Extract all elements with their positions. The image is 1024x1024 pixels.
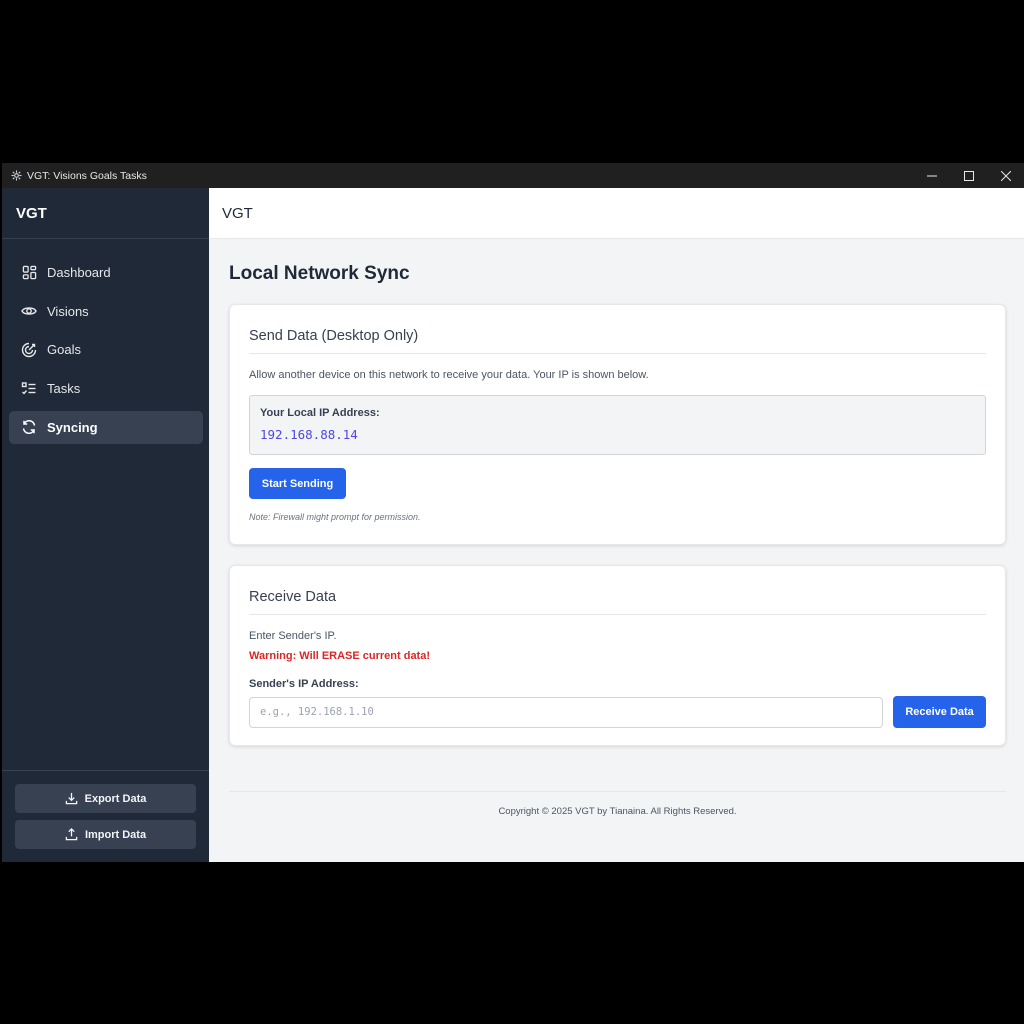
- close-icon[interactable]: [987, 163, 1024, 188]
- maximize-icon[interactable]: [950, 163, 987, 188]
- sidebar-item-label: Syncing: [47, 419, 98, 435]
- sidebar-item-syncing[interactable]: Syncing: [9, 410, 203, 444]
- page-title: Local Network Sync: [229, 263, 410, 284]
- receive-data-card: Receive Data Enter Sender's IP. Warning:…: [229, 565, 1006, 746]
- local-ip-box: Your Local IP Address: 192.168.88.14: [249, 395, 986, 455]
- target-icon: [21, 342, 37, 358]
- sidebar-item-label: Tasks: [47, 381, 81, 397]
- top-header: VGT: [209, 188, 1024, 239]
- eye-icon: [21, 303, 37, 319]
- local-ip-value: 192.168.88.14: [260, 427, 358, 442]
- footer: Copyright © 2025 VGT by Tianaina. All Ri…: [229, 791, 1006, 817]
- header-title: VGT: [222, 204, 253, 222]
- start-sending-button[interactable]: Start Sending: [249, 468, 346, 499]
- app-window: VGT: Visions Goals Tasks VGT Dashboard V…: [2, 163, 1024, 862]
- receive-instruction: Enter Sender's IP.: [249, 630, 337, 642]
- export-data-label: Export Data: [84, 792, 147, 805]
- receive-data-button[interactable]: Receive Data: [893, 696, 986, 728]
- copyright-text: Copyright © 2025 VGT by Tianaina. All Ri…: [498, 806, 737, 817]
- receive-card-title: Receive Data: [249, 566, 986, 615]
- download-icon: [65, 792, 78, 805]
- sender-ip-row: Receive Data: [249, 696, 986, 728]
- export-data-button[interactable]: Export Data: [15, 784, 196, 813]
- firewall-note: Note: Firewall might prompt for permissi…: [249, 512, 421, 522]
- list-check-icon: [21, 381, 37, 397]
- page-content: Local Network Sync Send Data (Desktop On…: [209, 263, 1024, 817]
- gear-icon: [10, 170, 22, 182]
- sidebar-nav: Dashboard Visions Goals Tasks Syncing: [2, 239, 209, 444]
- send-data-card: Send Data (Desktop Only) Allow another d…: [229, 304, 1006, 545]
- minimize-icon[interactable]: [913, 163, 950, 188]
- sidebar-item-goals[interactable]: Goals: [9, 333, 203, 366]
- upload-icon: [65, 828, 78, 841]
- sidebar-brand: VGT: [2, 188, 209, 239]
- sender-ip-input[interactable]: [249, 696, 884, 728]
- sender-ip-label: Sender's IP Address:: [249, 678, 359, 690]
- local-ip-label: Your Local IP Address:: [260, 407, 380, 419]
- window-controls: [913, 163, 1024, 188]
- title-bar: VGT: Visions Goals Tasks: [2, 163, 1024, 188]
- sidebar-item-label: Dashboard: [47, 265, 111, 280]
- sidebar-item-label: Visions: [47, 303, 89, 319]
- main-area: VGT Local Network Sync Send Data (Deskto…: [209, 188, 1024, 862]
- sync-icon: [21, 419, 37, 435]
- sidebar-item-label: Goals: [47, 342, 81, 358]
- import-data-label: Import Data: [84, 828, 147, 841]
- sidebar-actions: Export Data Import Data: [2, 770, 209, 862]
- dashboard-icon: [21, 265, 37, 281]
- sidebar-item-dashboard[interactable]: Dashboard: [9, 256, 203, 289]
- send-description: Allow another device on this network to …: [249, 369, 649, 381]
- sidebar: VGT Dashboard Visions Goals Tasks Syncin…: [2, 188, 209, 862]
- erase-warning: Warning: Will ERASE current data!: [249, 650, 431, 662]
- window-title: VGT: Visions Goals Tasks: [27, 169, 147, 182]
- send-card-title: Send Data (Desktop Only): [249, 305, 986, 354]
- import-data-button[interactable]: Import Data: [15, 820, 196, 849]
- sidebar-item-visions[interactable]: Visions: [9, 295, 203, 328]
- sidebar-item-tasks[interactable]: Tasks: [9, 372, 203, 405]
